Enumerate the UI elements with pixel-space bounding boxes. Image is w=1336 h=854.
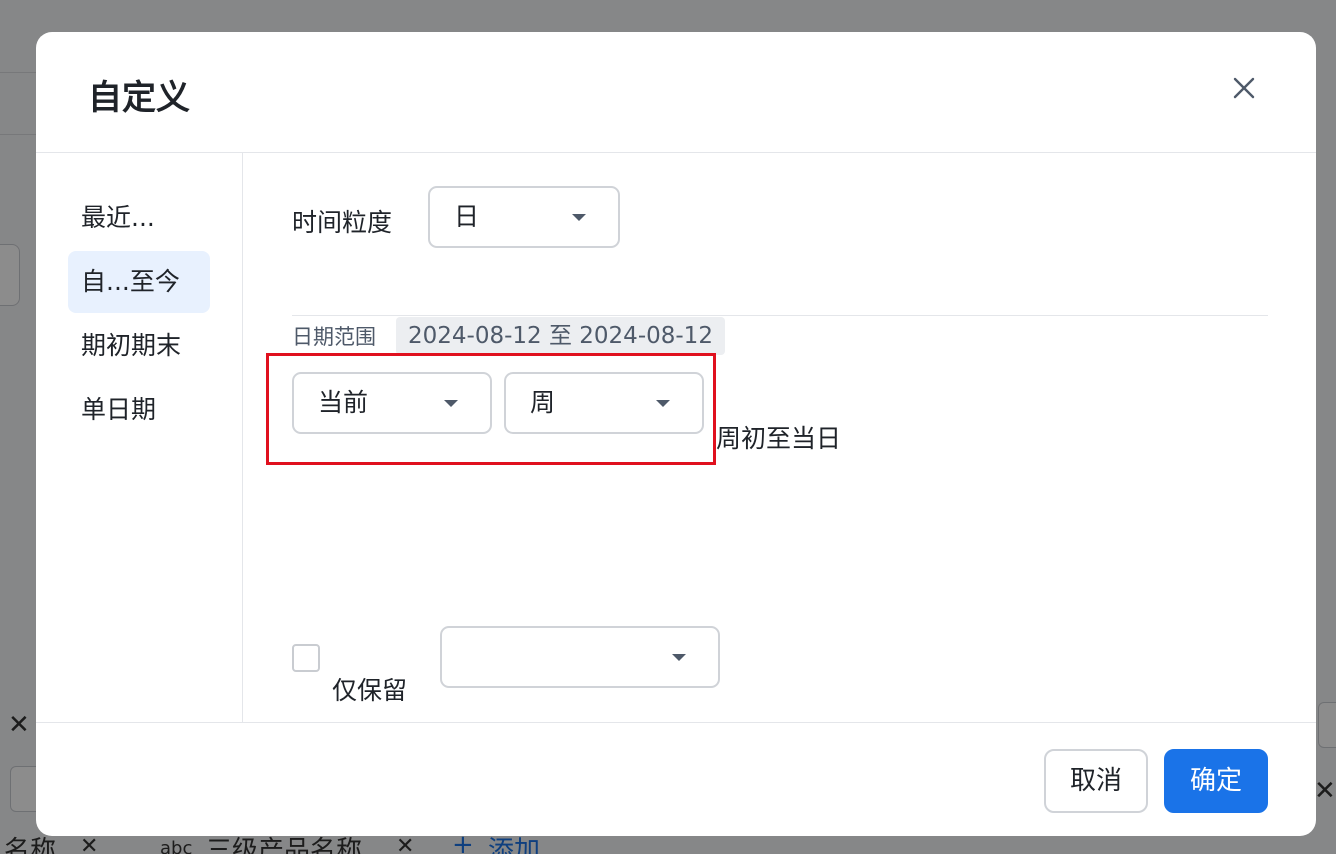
granularity-select[interactable]: 日 [428, 186, 620, 248]
mode-sidebar: 最近... 自...至今 期初期末 单日期 [36, 153, 243, 722]
period-unit-select[interactable]: 周 [504, 372, 704, 434]
custom-date-dialog: 自定义 最近... 自...至今 期初期末 单日期 时间粒度 日 日期范围 20… [36, 32, 1316, 836]
dialog-header: 自定义 [36, 32, 1316, 153]
dialog-content: 时间粒度 日 日期范围 2024-08-12 至 2024-08-12 当前 周… [244, 153, 1316, 722]
keep-only-checkbox[interactable] [292, 644, 320, 672]
sidebar-item-since-until-now[interactable]: 自...至今 [68, 251, 210, 313]
date-range-value: 2024-08-12 至 2024-08-12 [396, 317, 725, 355]
sidebar-item-recent[interactable]: 最近... [68, 187, 210, 249]
granularity-select-value: 日 [454, 202, 480, 231]
close-button[interactable] [1228, 72, 1260, 104]
chevron-down-icon [444, 400, 458, 407]
keep-only-label: 仅保留 [332, 676, 408, 705]
granularity-label: 时间粒度 [292, 208, 393, 237]
chevron-down-icon [656, 400, 670, 407]
cancel-button[interactable]: 取消 [1044, 749, 1148, 813]
keep-only-select[interactable] [440, 626, 720, 688]
period-description: 周初至当日 [716, 424, 842, 453]
relative-period-select[interactable]: 当前 [292, 372, 492, 434]
dialog-title: 自定义 [88, 78, 190, 118]
sidebar-item-period-start-end[interactable]: 期初期末 [68, 315, 210, 377]
section-divider [292, 315, 1268, 316]
sidebar-item-single-date[interactable]: 单日期 [68, 379, 210, 441]
dialog-footer: 取消 确定 [36, 722, 1316, 836]
date-range-label: 日期范围 [292, 325, 376, 349]
confirm-button[interactable]: 确定 [1164, 749, 1268, 813]
period-unit-select-value: 周 [530, 388, 556, 417]
chevron-down-icon [572, 214, 586, 221]
close-icon [1233, 77, 1255, 99]
relative-period-select-value: 当前 [318, 388, 369, 417]
chevron-down-icon [672, 654, 686, 661]
